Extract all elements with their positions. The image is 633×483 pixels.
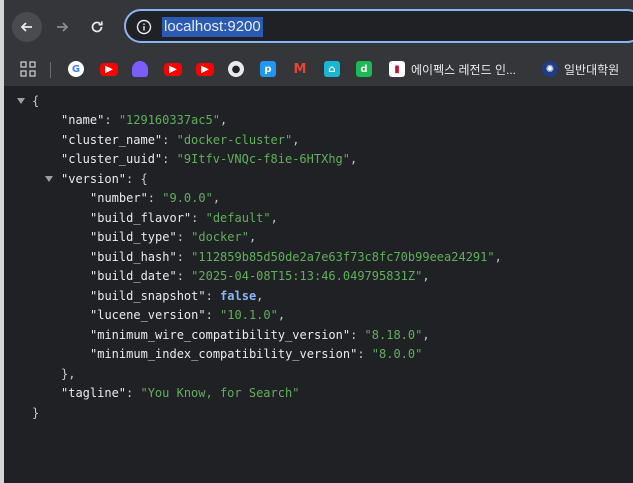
- json-row-build-hash: "build_hash": "112859b85d50de2a7e63f73c8…: [90, 249, 502, 264]
- youtube-icon: ▶: [164, 62, 182, 76]
- json-value: "8.0.0": [371, 347, 423, 361]
- url-text[interactable]: localhost:9200: [162, 17, 263, 37]
- json-row-build-date: "build_date": "2025-04-08T15:13:46.04979…: [90, 269, 430, 283]
- gmail-icon: M: [293, 61, 307, 77]
- json-row-name: "name": "129160337ac5",: [61, 113, 228, 127]
- google-icon: G: [68, 61, 84, 77]
- reload-icon: [91, 21, 103, 33]
- p-app-icon: p: [260, 61, 276, 77]
- browser-toolbar: localhost:9200: [0, 0, 633, 52]
- site-info-button[interactable]: [134, 17, 154, 37]
- collapse-version-toggle[interactable]: [45, 176, 53, 182]
- json-value: "9.0.0": [162, 191, 213, 205]
- json-value: "default": [205, 210, 271, 225]
- bookmark-youtube-1[interactable]: ▶: [100, 58, 118, 80]
- json-value: false: [220, 288, 257, 303]
- json-key: "build_flavor": [90, 210, 192, 225]
- json-row-min-wire: "minimum_wire_compatibility_version": "8…: [90, 327, 430, 342]
- info-icon: [136, 19, 152, 35]
- back-button[interactable]: [12, 12, 42, 42]
- cyan-app-icon: ⌂: [324, 61, 340, 77]
- json-close-brace: }: [32, 405, 40, 420]
- json-value: "2025-04-08T15:13:46.049795831Z": [191, 269, 423, 283]
- purple-app-icon: [132, 61, 148, 77]
- json-key: "minimum_wire_compatibility_version": [90, 327, 351, 342]
- address-bar[interactable]: localhost:9200: [124, 9, 633, 43]
- json-key: "build_hash": [90, 249, 177, 264]
- json-row-cluster-uuid: "cluster_uuid": "9Itfv-VNQc-f8ie-6HTXhg"…: [61, 152, 358, 166]
- background-window-edge: [0, 0, 4, 483]
- json-row-build-flavor: "build_flavor": "default",: [90, 210, 278, 225]
- json-viewer: { "name": "129160337ac5", "cluster_name"…: [4, 87, 633, 483]
- json-key: "lucene_version": [90, 308, 206, 322]
- json-key: "minimum_index_compatibility_version": [90, 347, 358, 361]
- bookmark-github[interactable]: ●: [228, 58, 244, 80]
- json-value: "You Know, for Search": [140, 386, 300, 400]
- json-key: "build_snapshot": [90, 288, 206, 303]
- json-value: "docker": [191, 230, 249, 244]
- json-row-build-type: "build_type": "docker",: [90, 230, 257, 244]
- bookmark-d-app[interactable]: d: [356, 58, 372, 80]
- json-key: "name": [61, 113, 105, 127]
- json-row-cluster-name: "cluster_name": "docker-cluster",: [61, 132, 300, 147]
- arrow-left-icon: [20, 22, 32, 32]
- json-value: "129160337ac5": [118, 113, 220, 127]
- json-key: "build_type": [90, 230, 177, 244]
- bookmark-label-apex: 에이펙스 레전드 인...: [411, 62, 516, 77]
- json-key: "build_date": [90, 269, 177, 283]
- bookmark-purple-app[interactable]: [132, 58, 148, 80]
- json-row-min-index: "minimum_index_compatibility_version": "…: [90, 347, 423, 361]
- bookmark-google[interactable]: G: [68, 58, 84, 80]
- bookmark-university[interactable]: ✺ 일반대학원: [542, 58, 619, 80]
- json-row-version: "version": {: [61, 171, 148, 186]
- bookmark-gmail[interactable]: M: [292, 58, 308, 80]
- collapse-root-toggle[interactable]: [17, 98, 25, 104]
- youtube-icon: ▶: [196, 62, 214, 76]
- bookmark-apex[interactable]: ▮ 에이펙스 레전드 인...: [389, 58, 516, 80]
- apps-grid-icon: [20, 61, 36, 77]
- bookmark-cyan-app[interactable]: ⌂: [324, 58, 340, 80]
- json-value: "8.18.0": [364, 327, 423, 342]
- bookmark-label-university: 일반대학원: [564, 62, 620, 77]
- bookmarks-bar: G ▶ ▶ ▶ ● p M ⌂ d ▮ 에이펙스 레전드 인... ✺ 일반대학…: [0, 52, 633, 87]
- bookmarks-separator: [50, 62, 51, 78]
- json-key: "cluster_name": [61, 132, 163, 147]
- reload-button[interactable]: [82, 12, 112, 42]
- bookmark-youtube-3[interactable]: ▶: [196, 58, 214, 80]
- json-value: "9Itfv-VNQc-f8ie-6HTXhg": [176, 152, 350, 166]
- json-version-close: },: [61, 366, 76, 381]
- bookmark-youtube-2[interactable]: ▶: [164, 58, 182, 80]
- forward-button[interactable]: [47, 12, 77, 42]
- json-value: "10.1.0": [220, 308, 278, 322]
- json-value: "docker-cluster": [176, 132, 293, 147]
- apps-button[interactable]: [20, 58, 36, 80]
- d-app-icon: d: [356, 61, 372, 77]
- json-row-build-snapshot: "build_snapshot": false,: [90, 288, 264, 303]
- json-key: "version": [61, 171, 127, 186]
- json-key: "number": [90, 191, 148, 205]
- json-key: "tagline": [61, 386, 127, 400]
- bookmark-p-app[interactable]: p: [260, 58, 276, 80]
- github-icon: ●: [228, 61, 244, 77]
- json-row-lucene-version: "lucene_version": "10.1.0",: [90, 308, 286, 322]
- json-open-brace: {: [32, 94, 40, 108]
- arrow-right-icon: [57, 22, 69, 32]
- apex-icon: ▮: [389, 61, 405, 77]
- json-value: "112859b85d50de2a7e63f73c8fc70b99eea2429…: [191, 249, 495, 264]
- json-key: "cluster_uuid": [61, 152, 163, 166]
- university-icon: ✺: [542, 61, 558, 77]
- youtube-icon: ▶: [100, 62, 118, 76]
- json-row-number: "number": "9.0.0",: [90, 191, 221, 205]
- json-row-tagline: "tagline": "You Know, for Search": [61, 386, 300, 400]
